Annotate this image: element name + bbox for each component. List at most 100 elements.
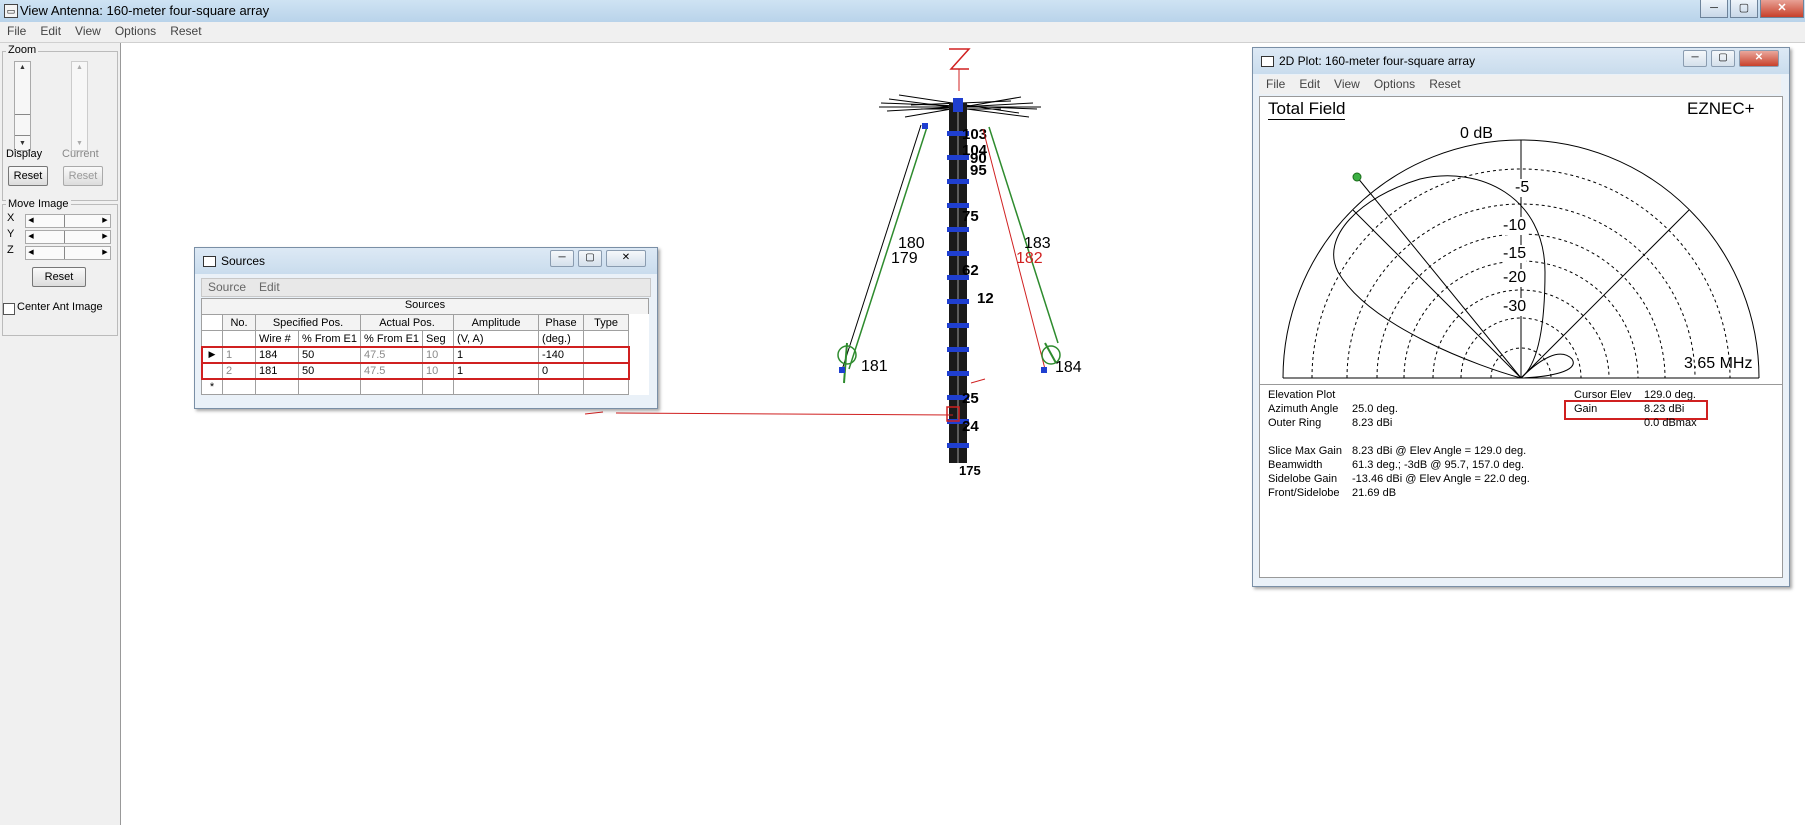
cell-phase[interactable]: 0 xyxy=(538,362,585,379)
empty-cell[interactable] xyxy=(422,378,455,395)
cell-amplitude[interactable]: 1 xyxy=(453,346,540,363)
cell-no[interactable]: 2 xyxy=(222,362,256,379)
scroll-up-icon: ▲ xyxy=(76,64,83,71)
cell-seg: 10 xyxy=(422,346,455,363)
cell-act-pct: 47.5 xyxy=(360,346,424,363)
plot-titlebar: 2D Plot: 160-meter four-square array ─ ▢… xyxy=(1253,48,1789,74)
scroll-thumb[interactable] xyxy=(15,114,30,136)
tower-label: 24 xyxy=(962,418,979,435)
empty-cell[interactable] xyxy=(453,378,540,395)
menu-options[interactable]: Options xyxy=(108,22,163,40)
cell-phase[interactable]: -140 xyxy=(538,346,585,363)
empty-cell[interactable] xyxy=(297,378,362,395)
display-zoom-scrollbar[interactable]: ▲ ▼ xyxy=(14,61,31,151)
empty-cell[interactable] xyxy=(360,378,424,395)
close-button[interactable]: ✕ xyxy=(1760,0,1804,18)
minimize-button[interactable]: ─ xyxy=(550,250,574,267)
move-reset-button[interactable]: Reset xyxy=(32,267,86,287)
menu-reset[interactable]: Reset xyxy=(163,22,208,40)
row-header-cell xyxy=(201,314,223,331)
col-header-amplitude: Amplitude xyxy=(453,314,540,331)
empty-cell[interactable] xyxy=(222,378,256,395)
cell-type[interactable] xyxy=(583,362,630,379)
menu-edit[interactable]: Edit xyxy=(1292,75,1327,93)
menu-options[interactable]: Options xyxy=(1367,75,1422,93)
maximize-button[interactable]: ▢ xyxy=(1711,50,1735,67)
tower-label: 103 xyxy=(962,126,987,143)
sub-header-wire: Wire # xyxy=(255,330,299,347)
zoom-label: Zoom xyxy=(6,44,39,56)
sources-table: No. Specified Pos. Actual Pos. Amplitude… xyxy=(200,314,630,395)
cell-type[interactable] xyxy=(583,346,630,363)
sub-header-spec-pct: % From E1 xyxy=(297,330,362,347)
table-row[interactable]: ▶ 1 184 50 47.5 10 1 -140 xyxy=(200,345,630,364)
tower-label: 75 xyxy=(962,208,979,225)
cell-amplitude[interactable]: 1 xyxy=(453,362,540,379)
menu-file[interactable]: File xyxy=(1259,75,1292,93)
close-button[interactable]: ✕ xyxy=(606,250,646,267)
pattern-back-lobe xyxy=(1519,353,1574,379)
new-row-marker: * xyxy=(201,378,223,395)
main-menubar: File Edit View Options Reset xyxy=(0,22,1805,43)
cell-spec-pct[interactable]: 50 xyxy=(297,346,362,363)
plot-info-divider xyxy=(1260,384,1782,385)
menu-reset[interactable]: Reset xyxy=(1422,75,1467,93)
info-value: 21.69 dB xyxy=(1352,487,1397,499)
sources-table-title: Sources xyxy=(201,298,649,314)
current-zoom-scrollbar: ▲ ▼ xyxy=(71,61,88,151)
gain-label: Gain xyxy=(1574,403,1598,415)
tower-label: 62 xyxy=(962,262,979,279)
wire-label: 182 xyxy=(1016,250,1043,267)
tower-label: 95 xyxy=(970,162,987,179)
col-header-phase: Phase xyxy=(538,314,585,331)
current-reset-button: Reset xyxy=(63,166,103,186)
menu-file[interactable]: File xyxy=(0,22,33,40)
menu-edit[interactable]: Edit xyxy=(259,280,280,294)
zoom-reset-button[interactable]: Reset xyxy=(8,166,48,186)
menu-edit[interactable]: Edit xyxy=(33,22,68,40)
info-label: Outer Ring xyxy=(1268,417,1322,429)
menu-source[interactable]: Source xyxy=(208,280,246,294)
empty-cell[interactable] xyxy=(583,378,630,395)
empty-cell[interactable] xyxy=(538,378,585,395)
move-x-scrollbar[interactable]: ◀ ▶ xyxy=(25,214,111,228)
table-row[interactable]: 2 181 50 47.5 10 1 0 xyxy=(200,361,630,380)
maximize-button[interactable]: ▢ xyxy=(1730,0,1758,18)
z-axis-marker xyxy=(949,48,971,70)
minimize-button[interactable]: ─ xyxy=(1683,50,1707,67)
cell-seg: 10 xyxy=(422,362,455,379)
sub-header-act-pct: % From E1 xyxy=(360,330,424,347)
info-value: 8.23 dBi xyxy=(1352,417,1393,429)
antenna-canvas[interactable]: 103 104 90 95 75 62 12 25 24 175 180 179 xyxy=(121,43,1251,825)
info-value: 25.0 deg. xyxy=(1352,403,1398,415)
info-label: Front/Sidelobe xyxy=(1268,487,1340,499)
ring-label: -15 xyxy=(1503,245,1527,263)
frequency-label: 3.65 MHz xyxy=(1684,355,1753,372)
cell-wire[interactable]: 184 xyxy=(255,346,299,363)
app-icon: ▭ xyxy=(4,4,18,18)
cell-spec-pct[interactable]: 50 xyxy=(297,362,362,379)
table-new-row[interactable]: * xyxy=(201,378,630,395)
maximize-button[interactable]: ▢ xyxy=(578,250,602,267)
scroll-up-icon[interactable]: ▲ xyxy=(15,62,30,74)
gain-extra: 0.0 dBmax xyxy=(1644,417,1697,429)
move-y-scrollbar[interactable]: ◀ ▶ xyxy=(25,230,111,244)
ring-label: -20 xyxy=(1503,269,1527,287)
cell-no[interactable]: 1 xyxy=(222,346,256,363)
window-title: View Antenna: 160-meter four-square arra… xyxy=(20,3,270,18)
empty-cell[interactable] xyxy=(255,378,299,395)
move-z-scrollbar[interactable]: ◀ ▶ xyxy=(25,246,111,260)
plot-window: 2D Plot: 160-meter four-square array ─ ▢… xyxy=(1252,47,1790,587)
wire-label: 184 xyxy=(1055,359,1082,376)
minimize-button[interactable]: ─ xyxy=(1700,0,1728,18)
plot-area[interactable]: Total Field EZNEC+ 0 dB -5 -10 -15 -20 -… xyxy=(1259,96,1783,578)
sources-menubar: Source Edit xyxy=(201,278,651,297)
menu-view[interactable]: View xyxy=(1327,75,1367,93)
close-button[interactable]: ✕ xyxy=(1739,50,1779,67)
center-ant-checkbox[interactable] xyxy=(3,303,15,315)
cell-wire[interactable]: 181 xyxy=(255,362,299,379)
menu-view[interactable]: View xyxy=(68,22,108,40)
current-row-icon: ▶ xyxy=(201,346,223,363)
info-label: Slice Max Gain xyxy=(1268,445,1342,457)
x-axis-label: X xyxy=(7,212,15,224)
